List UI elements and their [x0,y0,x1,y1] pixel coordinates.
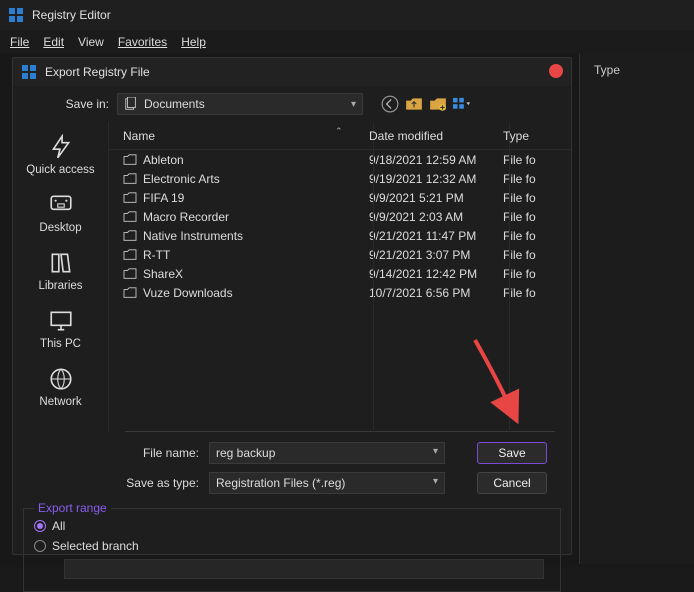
folder-icon [123,154,137,166]
dialog-body: Quick access Desktop Libraries This PC N… [13,122,571,432]
save-in-row: Save in: Documents ▾ [13,86,571,122]
dialog-icon [21,64,37,80]
chevron-down-icon: ▾ [351,99,356,110]
bolt-icon [48,134,74,160]
file-name-input[interactable]: reg backup ▾ [209,442,445,464]
nav-toolbar [381,95,471,113]
registry-editor-window: Registry Editor File Edit View Favorites… [0,0,694,567]
export-range-legend: Export range [34,501,111,515]
menu-help[interactable]: Help [181,35,206,49]
folder-icon [123,268,137,280]
back-icon[interactable] [381,95,399,113]
menu-edit[interactable]: Edit [43,35,64,49]
chevron-down-icon[interactable]: ▾ [433,446,438,457]
titlebar[interactable]: Registry Editor [0,0,694,30]
save-as-type-label: Save as type: [113,476,199,490]
radio-icon [34,520,46,532]
table-row[interactable]: Electronic Arts9/19/2021 12:32 AMFile fo [109,169,571,188]
dialog-titlebar[interactable]: Export Registry File [13,58,571,86]
save-in-dropdown[interactable]: Documents ▾ [117,93,363,115]
app-title: Registry Editor [32,8,111,22]
libraries-icon [48,250,74,276]
monitor-icon [48,308,74,334]
table-row[interactable]: Ableton9/18/2021 12:59 AMFile fo [109,150,571,169]
table-row[interactable]: FIFA 199/9/2021 5:21 PMFile fo [109,188,571,207]
place-network[interactable]: Network [16,360,106,416]
menu-favorites[interactable]: Favorites [118,35,167,49]
table-row[interactable]: R-TT9/21/2021 3:07 PMFile fo [109,245,571,264]
table-row[interactable]: Native Instruments9/21/2021 11:47 PMFile… [109,226,571,245]
new-folder-icon[interactable] [429,95,447,113]
up-folder-icon[interactable] [405,95,423,113]
desktop-icon [48,192,74,218]
folder-icon [123,230,137,242]
radio-icon [34,540,46,552]
dialog-title: Export Registry File [45,65,150,79]
sort-indicator-icon: ⌃ [335,126,343,137]
table-row[interactable]: ShareX9/14/2021 12:42 PMFile fo [109,264,571,283]
column-headers: Name ⌃ Date modified Type [109,122,571,150]
right-column-type[interactable]: Type [580,54,694,86]
chevron-down-icon[interactable]: ▾ [433,476,438,487]
place-desktop[interactable]: Desktop [16,186,106,242]
save-as-type-dropdown[interactable]: Registration Files (*.reg) ▾ [209,472,445,494]
table-row[interactable]: Macro Recorder9/9/2021 2:03 AMFile fo [109,207,571,226]
folder-icon [123,287,137,299]
col-type[interactable]: Type [503,129,571,143]
menu-file[interactable]: File [10,35,29,49]
export-dialog: Export Registry File Save in: Documents … [12,57,572,555]
place-quick-access[interactable]: Quick access [16,128,106,184]
radio-selected-branch[interactable]: Selected branch [34,539,550,553]
globe-icon [48,366,74,392]
col-name[interactable]: Name [109,129,369,143]
documents-icon [124,97,138,111]
folder-icon [123,173,137,185]
table-row[interactable]: Vuze Downloads10/7/2021 6:56 PMFile fo [109,283,571,302]
menu-view[interactable]: View [78,35,104,49]
right-pane: Type [579,54,694,564]
annotation-dot [549,64,563,78]
radio-all[interactable]: All [34,519,550,533]
save-in-label: Save in: [23,97,109,111]
form-area: File name: reg backup ▾ Save Save as typ… [13,432,571,494]
place-libraries[interactable]: Libraries [16,244,106,300]
file-name-label: File name: [113,446,199,460]
file-list: Name ⌃ Date modified Type Ableton9/18/20… [109,122,571,432]
branch-input[interactable] [64,559,544,579]
folder-icon [123,211,137,223]
col-date[interactable]: Date modified [369,129,503,143]
view-menu-icon[interactable] [453,95,471,113]
app-icon [8,7,24,23]
folder-icon [123,192,137,204]
save-in-value: Documents [144,97,205,111]
export-range-group: Export range All Selected branch [23,508,561,592]
places-bar: Quick access Desktop Libraries This PC N… [13,122,109,432]
place-this-pc[interactable]: This PC [16,302,106,358]
save-button[interactable]: Save [477,442,547,464]
cancel-button[interactable]: Cancel [477,472,547,494]
menubar: File Edit View Favorites Help [0,30,694,54]
folder-icon [123,249,137,261]
